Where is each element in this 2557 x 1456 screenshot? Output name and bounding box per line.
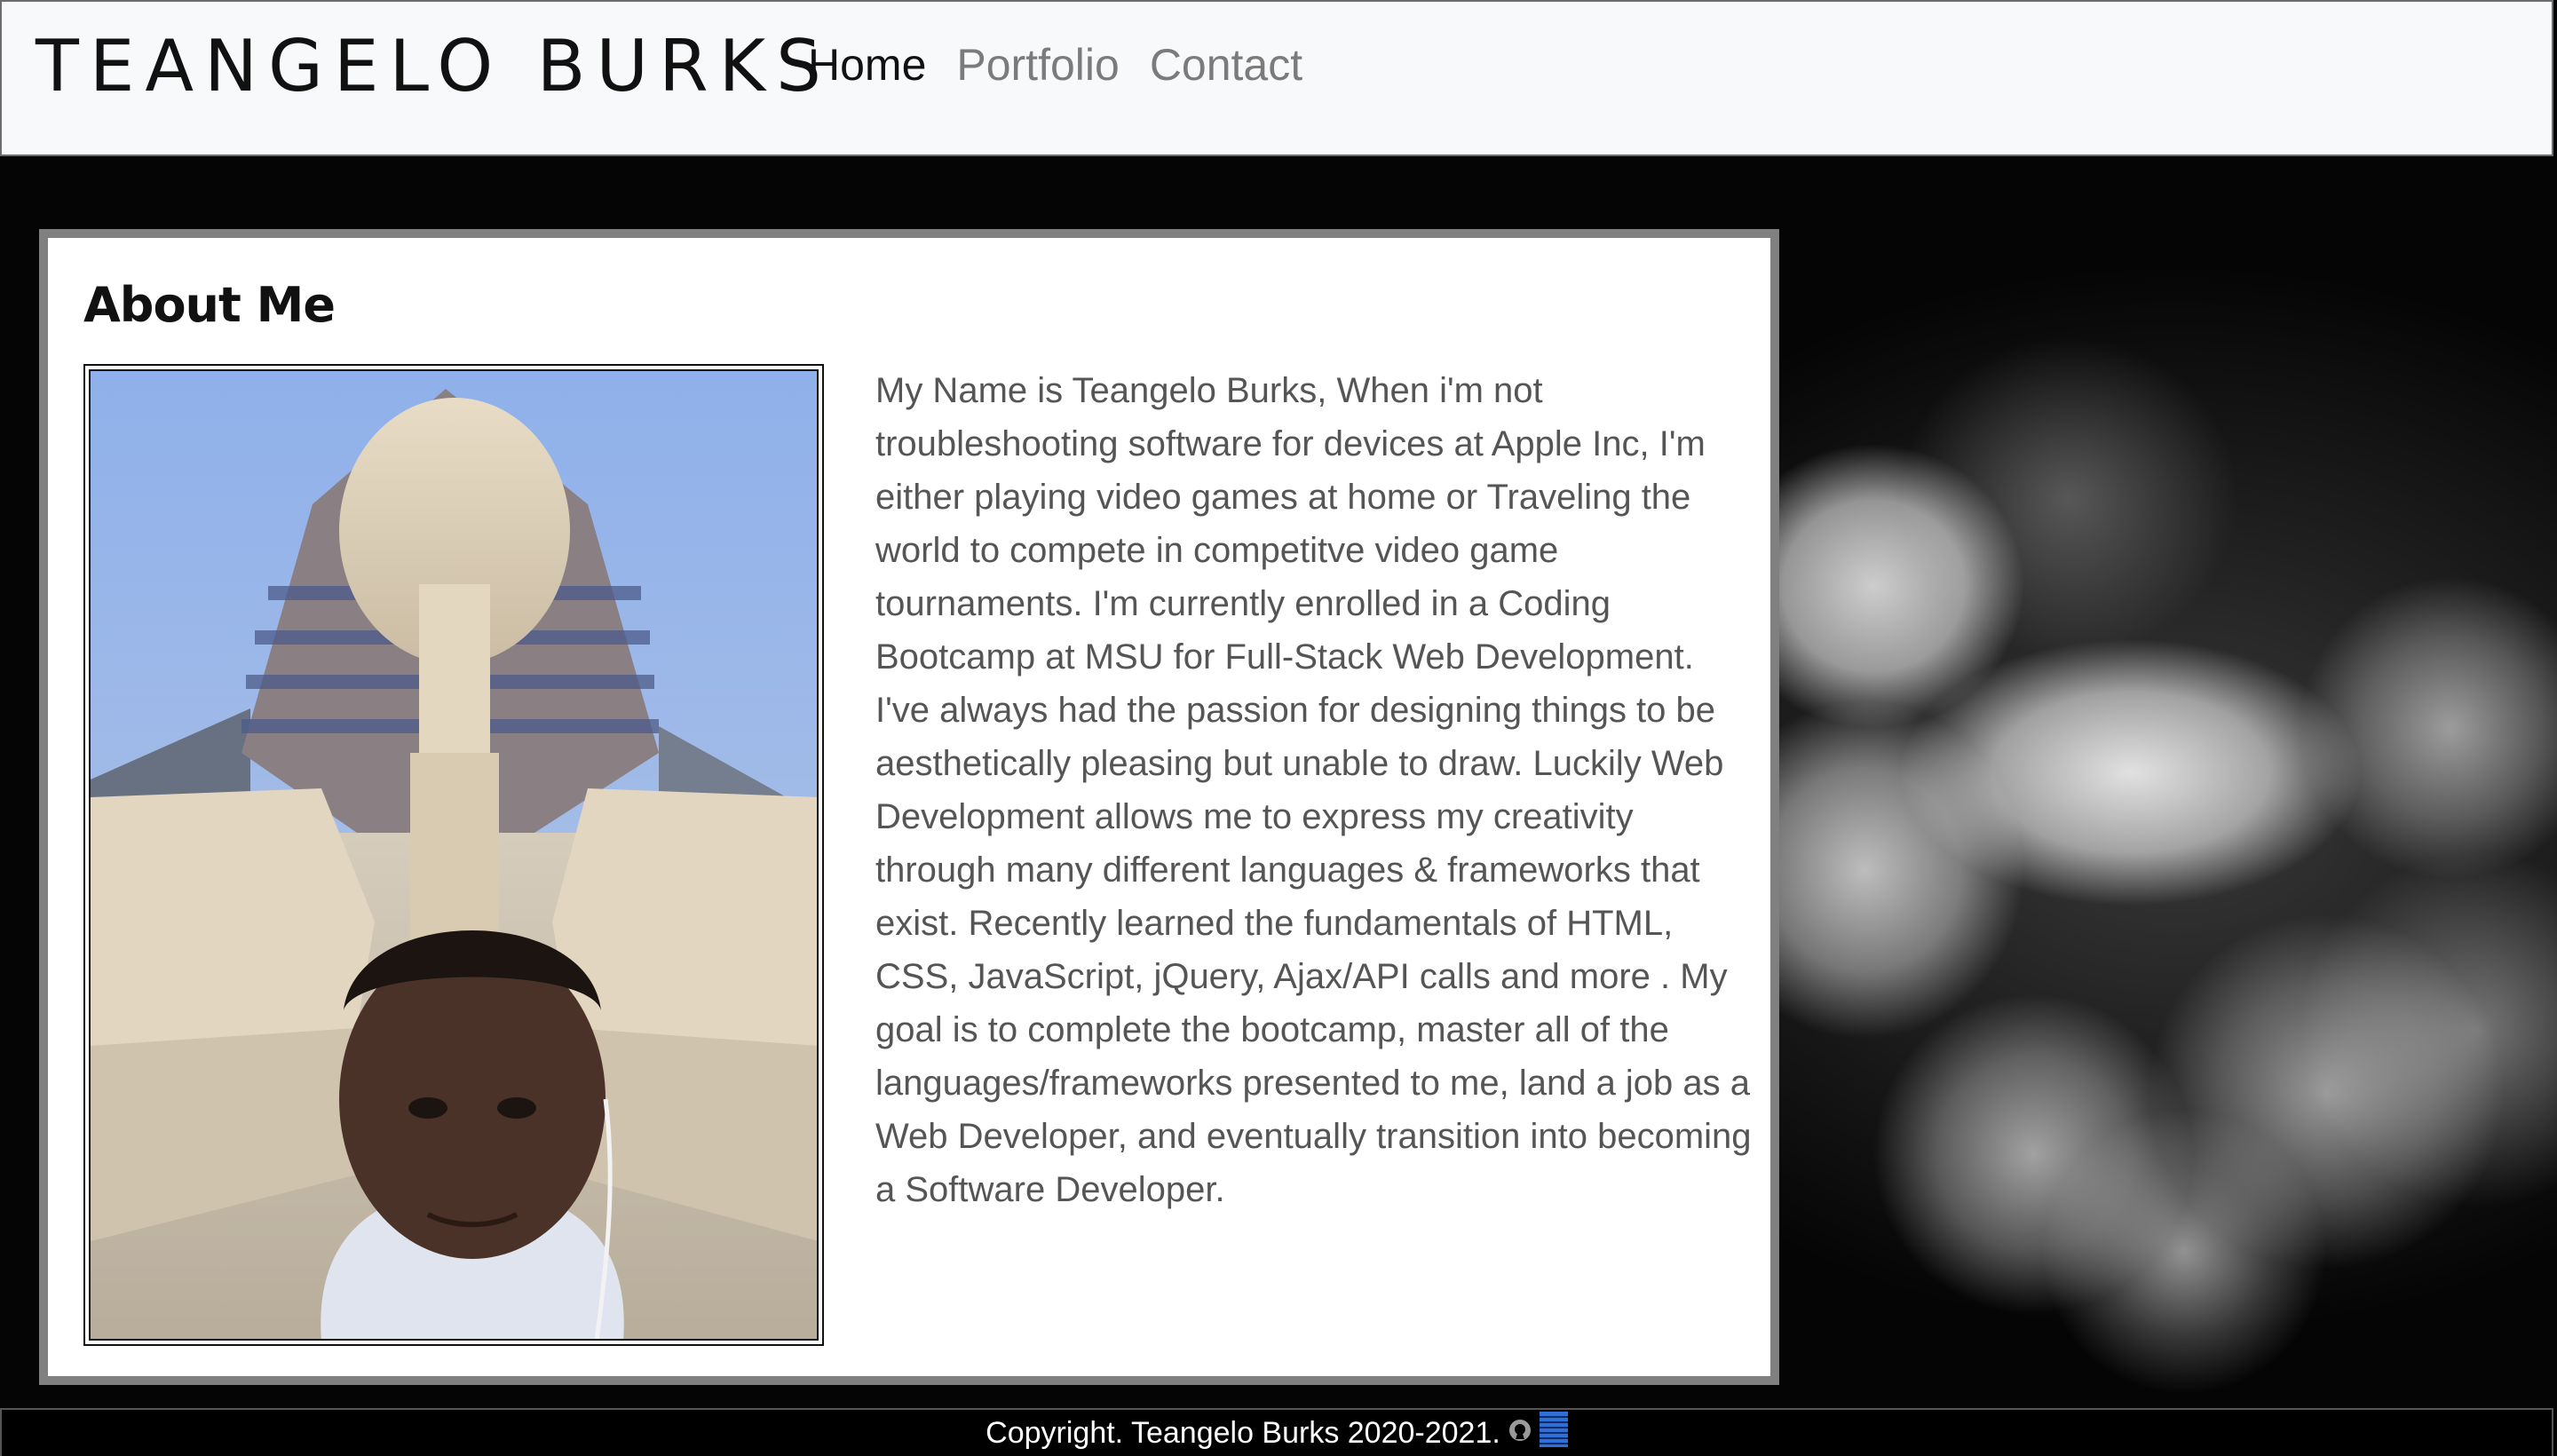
github-icon[interactable] [1508,1416,1532,1451]
brand-logo[interactable]: TEANGELO BURKS [36,27,832,107]
profile-photo-frame [83,364,824,1346]
copyright-text: Copyright. Teangelo Burks 2020-2021. [986,1415,1500,1450]
profile-photo [89,369,819,1341]
navbar: TEANGELO BURKS Home Portfolio Contact [0,0,2553,156]
linkedin-icon[interactable] [1539,1411,1568,1455]
nav-home-link[interactable]: Home [808,34,926,96]
about-text: My Name is Teangelo Burks, When i'm not … [875,371,1752,1209]
footer: Copyright. Teangelo Burks 2020-2021. [0,1408,2553,1456]
nav-contact-link[interactable]: Contact [1150,34,1302,96]
nav-portfolio-link[interactable]: Portfolio [956,34,1119,96]
nav-links: Home Portfolio Contact [808,34,1302,96]
about-card: About Me My Name is Teangelo Burks, When… [39,229,1779,1385]
footer-icons [1508,1411,1568,1455]
about-title: About Me [83,277,336,333]
